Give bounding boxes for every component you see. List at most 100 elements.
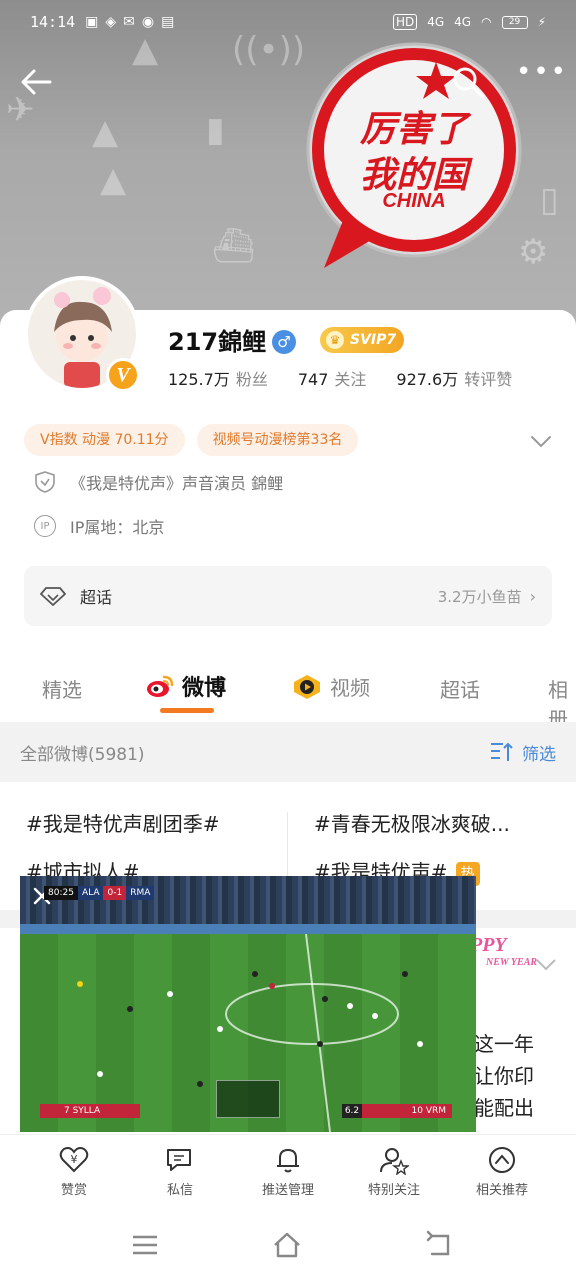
app-notification-icon: ◈ [105, 14, 117, 30]
status-bar: 14:14 ▣ ◈ ✉ ◉ ▤ HD 4G 4G ◠ 29 ⚡ [0, 0, 576, 44]
stat-label: 粉丝 [235, 370, 268, 389]
match-clock: 80:25 [44, 886, 78, 900]
tab-label: 视频 [330, 676, 370, 700]
action-label: 赞赏 [60, 1183, 87, 1198]
banner-logo: 厉害了 我的国 CHINA [296, 40, 532, 276]
username: 217錦鲤 [168, 328, 267, 356]
happy-new-year-sticker: PPY NEW YEAR [470, 934, 537, 968]
post-text-line: 让你印 [474, 1064, 534, 1088]
menu-icon[interactable] [130, 1230, 160, 1260]
ranking-tag[interactable]: 视频号动漫榜第33名 [196, 424, 359, 456]
tab-label: 超话 [440, 678, 480, 702]
profile-card: V 217錦鲤 ♂ ♛ SVIP7 125.7万 粉丝 747 关注 927.6万转… [0, 276, 576, 731]
supertopic-entry[interactable]: 超话 3.2万小鱼苗 › [24, 566, 552, 626]
tab-featured[interactable]: 精选 [42, 674, 82, 703]
more-options-icon[interactable]: ••• [516, 59, 566, 102]
logo-line-1: 厉害了 [359, 108, 468, 150]
message-icon [167, 1149, 191, 1171]
reward-heart-icon: ¥ [59, 1147, 89, 1173]
action-label: 推送管理 [261, 1183, 314, 1198]
tab-supertopic[interactable]: 超话 [440, 674, 480, 703]
away-team: RMA [126, 886, 155, 900]
status-time: 14:14 [30, 13, 76, 31]
profile-tags: V指数 动漫 70.11分 视频号动漫榜第33名 [24, 424, 359, 456]
supertopic-count: 3.2万小鱼苗 [437, 587, 522, 606]
sort-filter-icon [491, 742, 513, 761]
ad-board [20, 924, 476, 934]
system-navigation-bar [0, 1210, 576, 1280]
stat-label: 关注 [334, 370, 367, 389]
floating-video-player[interactable]: 80:25 ALA 0-1 RMA 7 SYLLA 6.2 10 VRM [20, 876, 476, 1132]
related-recommend-button[interactable]: 相关推荐 [452, 1145, 552, 1198]
tree-decoration-icon: ▲ [92, 112, 119, 152]
ip-location: IP属地：北京 [70, 518, 165, 537]
building-decoration-icon: ▮ [206, 110, 225, 150]
right-player-name: 10 VRM [411, 1106, 447, 1116]
match-score: 0-1 [103, 886, 127, 900]
tab-video[interactable]: 视频 [292, 672, 370, 701]
mail-icon: ✉ [123, 14, 135, 30]
tab-weibo[interactable]: 微博 [146, 670, 226, 702]
match-scorebug: 80:25 ALA 0-1 RMA [44, 886, 155, 900]
ip-icon: IP [34, 515, 56, 537]
verified-description: 《我是特优声》声音演员 錦鲤 [70, 474, 284, 493]
left-player-bar: 7 SYLLA [40, 1104, 140, 1118]
reward-button[interactable]: ¥ 赞赏 [24, 1145, 124, 1198]
logo-line-3: CHINA [382, 190, 446, 212]
status-right: HD 4G 4G ◠ 29 ⚡ [392, 14, 546, 30]
tab-label: 精选 [42, 678, 82, 702]
ip-location-row: IP IP属地：北京 [34, 514, 164, 538]
bilibili-icon: ▣ [85, 14, 99, 30]
stat-number: 927.6万 [396, 370, 459, 389]
wifi-icon: ◠ [481, 15, 492, 29]
all-posts-count: 全部微博(5981) [20, 744, 145, 765]
battery-icon: 29 [501, 15, 528, 29]
shield-verified-icon [35, 471, 55, 493]
player-rating: 6.2 [342, 1104, 362, 1118]
special-follow-icon [380, 1148, 409, 1175]
verified-description-row: 《我是特优声》声音演员 錦鲤 [34, 470, 283, 494]
hd-indicator: HD [392, 14, 418, 30]
notification-icons: ▣ ◈ ✉ ◉ ▤ [85, 14, 174, 30]
stat-fans[interactable]: 125.7万 粉丝 [168, 366, 268, 390]
signal-4g-1: 4G [427, 15, 445, 29]
stat-following[interactable]: 747 关注 [298, 366, 367, 390]
bell-icon [277, 1148, 299, 1173]
hot-topic-link[interactable]: #青春无极限冰爽破... [314, 808, 510, 837]
profile-action-bar: ¥ 赞赏 私信 推送管理 特别关注 相关推荐 [0, 1134, 576, 1210]
message-button[interactable]: 私信 [130, 1145, 230, 1198]
video-channel-icon [294, 674, 320, 699]
filter-label: 筛选 [522, 744, 556, 765]
back-arrow-icon[interactable] [18, 62, 58, 102]
profile-stats: 125.7万 粉丝 747 关注 927.6万 转评赞 [168, 366, 512, 390]
ship-decoration-icon: ⛴ [212, 226, 256, 266]
stat-number: 125.7万 [168, 370, 230, 389]
search-icon[interactable] [448, 62, 488, 102]
hot-topic-link[interactable]: #我是特优声剧团季# [26, 808, 220, 837]
diamond-icon [40, 587, 66, 606]
supertopic-title: 超话 [80, 588, 113, 607]
push-settings-button[interactable]: 推送管理 [238, 1145, 338, 1198]
weibo-notification-icon: ◉ [141, 14, 155, 30]
crown-icon: ♛ [326, 331, 344, 349]
svip-badge[interactable]: ♛ SVIP7 [320, 327, 405, 353]
back-nav-icon[interactable] [424, 1230, 454, 1260]
male-gender-icon: ♂ [272, 330, 296, 354]
stat-interactions[interactable]: 927.6万 转评赞 [396, 366, 512, 390]
post-menu-chevron-icon[interactable] [534, 954, 558, 974]
stat-label: 转评赞 [464, 370, 513, 389]
v-index-tag[interactable]: V指数 动漫 70.11分 [24, 424, 185, 456]
tree-decoration-icon: ▲ [100, 160, 127, 200]
weibo-logo-icon [147, 675, 174, 697]
chevron-down-icon[interactable] [528, 428, 554, 454]
special-follow-button[interactable]: 特别关注 [344, 1145, 444, 1198]
right-player-bar: 6.2 10 VRM [342, 1104, 452, 1118]
home-icon[interactable] [272, 1230, 302, 1260]
feed-filter-bar: 全部微博(5981) 筛选 [0, 722, 576, 782]
post-text-line: 能配出 [474, 1096, 534, 1120]
filter-button[interactable]: 筛选 [490, 740, 556, 765]
recommend-icon [489, 1147, 515, 1173]
svg-text:¥: ¥ [71, 1153, 78, 1166]
home-team: ALA [77, 886, 104, 900]
verified-v-badge-icon: V [106, 358, 140, 392]
